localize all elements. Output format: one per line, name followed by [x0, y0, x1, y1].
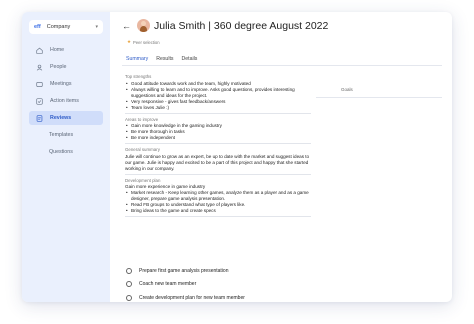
divider — [125, 173, 311, 175]
list-item: Market research - Keep learning other ga… — [125, 190, 311, 202]
divider — [125, 216, 311, 217]
section-title: Areas to improve — [125, 116, 159, 122]
task-item[interactable]: Prepare first game analysis presentation — [126, 264, 245, 278]
chevron-down-icon: ▾ — [95, 24, 98, 30]
task-label: Coach new team member — [139, 281, 197, 288]
app-window: eff Company ▾ Home People Meetings Actio… — [22, 12, 452, 302]
section-title: Top strengths — [125, 74, 152, 79]
divider — [125, 143, 311, 144]
reviews-icon — [35, 114, 43, 122]
divider — [125, 112, 311, 114]
task-label: Create development plan for new team mem… — [139, 294, 245, 301]
sidebar-item-reviews[interactable]: Reviews — [29, 111, 103, 125]
sidebar-item-label: People — [50, 64, 67, 70]
company-name: Company — [46, 24, 71, 30]
sidebar-item-action-items[interactable]: Action items — [29, 94, 103, 108]
sidebar-item-questions[interactable]: Questions — [29, 145, 103, 159]
tabs-divider — [122, 65, 442, 66]
radio-button[interactable] — [126, 281, 132, 288]
sidebar-item-templates[interactable]: Templates — [29, 128, 103, 142]
section-general-summary: General summary Julie will continue to g… — [125, 147, 311, 175]
summary-content: Top strengths Good attitude towards work… — [125, 74, 311, 220]
sidebar-item-label: Reviews — [50, 115, 72, 121]
status-badge: ★ Peer selection — [127, 39, 160, 45]
task-item[interactable]: Coach new team member — [126, 278, 245, 292]
page-header: ← Julia Smith | 360 degree August 2022 — [122, 19, 328, 32]
list-item: Team loves Julie :) — [125, 105, 311, 111]
list-item: Always willing to learn and to improve. … — [125, 87, 311, 99]
list-item: Bring ideas to the game and create specs — [125, 208, 311, 214]
page-title: Julia Smith | 360 degree August 2022 — [154, 19, 329, 32]
section-top-strengths: Top strengths Good attitude towards work… — [125, 74, 311, 114]
company-logo: eff — [34, 24, 41, 30]
goals-divider — [316, 97, 442, 98]
sidebar-item-label: Meetings — [50, 81, 72, 87]
star-icon: ★ — [127, 39, 132, 44]
people-icon — [35, 63, 43, 71]
section-title: General summary — [125, 147, 160, 152]
status-badge-label: Peer selection — [133, 39, 160, 45]
task-label: Prepare first game analysis presentation — [139, 267, 229, 274]
list-item: Be more independent — [125, 135, 311, 141]
summary-text: Julie will continue to grow as an expert… — [125, 153, 310, 171]
section-development-plan: Development plan Gain more experience in… — [125, 177, 311, 217]
sidebar-item-meetings[interactable]: Meetings — [29, 77, 103, 91]
section-title: Development plan — [125, 177, 161, 183]
sidebar-item-home[interactable]: Home — [29, 43, 103, 57]
radio-button[interactable] — [126, 267, 132, 274]
section-areas-to-improve: Areas to improve Gain more knowledge in … — [125, 116, 311, 144]
meetings-icon — [35, 80, 43, 88]
main-panel: ← Julia Smith | 360 degree August 2022 ★… — [118, 12, 452, 302]
goals-label: Goals — [341, 87, 353, 92]
radio-button[interactable] — [126, 294, 132, 301]
back-arrow-icon[interactable]: ← — [122, 21, 131, 31]
sidebar-item-label: Home — [50, 47, 65, 53]
sidebar: eff Company ▾ Home People Meetings Actio… — [22, 12, 110, 302]
avatar — [137, 19, 150, 32]
task-item[interactable]: Create development plan for new team mem… — [126, 291, 245, 302]
company-selector[interactable]: eff Company ▾ — [29, 20, 103, 34]
action-items-icon — [35, 97, 43, 105]
home-icon — [35, 46, 43, 54]
sidebar-item-people[interactable]: People — [29, 60, 103, 74]
sidebar-item-label: Action items — [50, 98, 79, 104]
task-list: Prepare first game analysis presentation… — [126, 264, 245, 302]
